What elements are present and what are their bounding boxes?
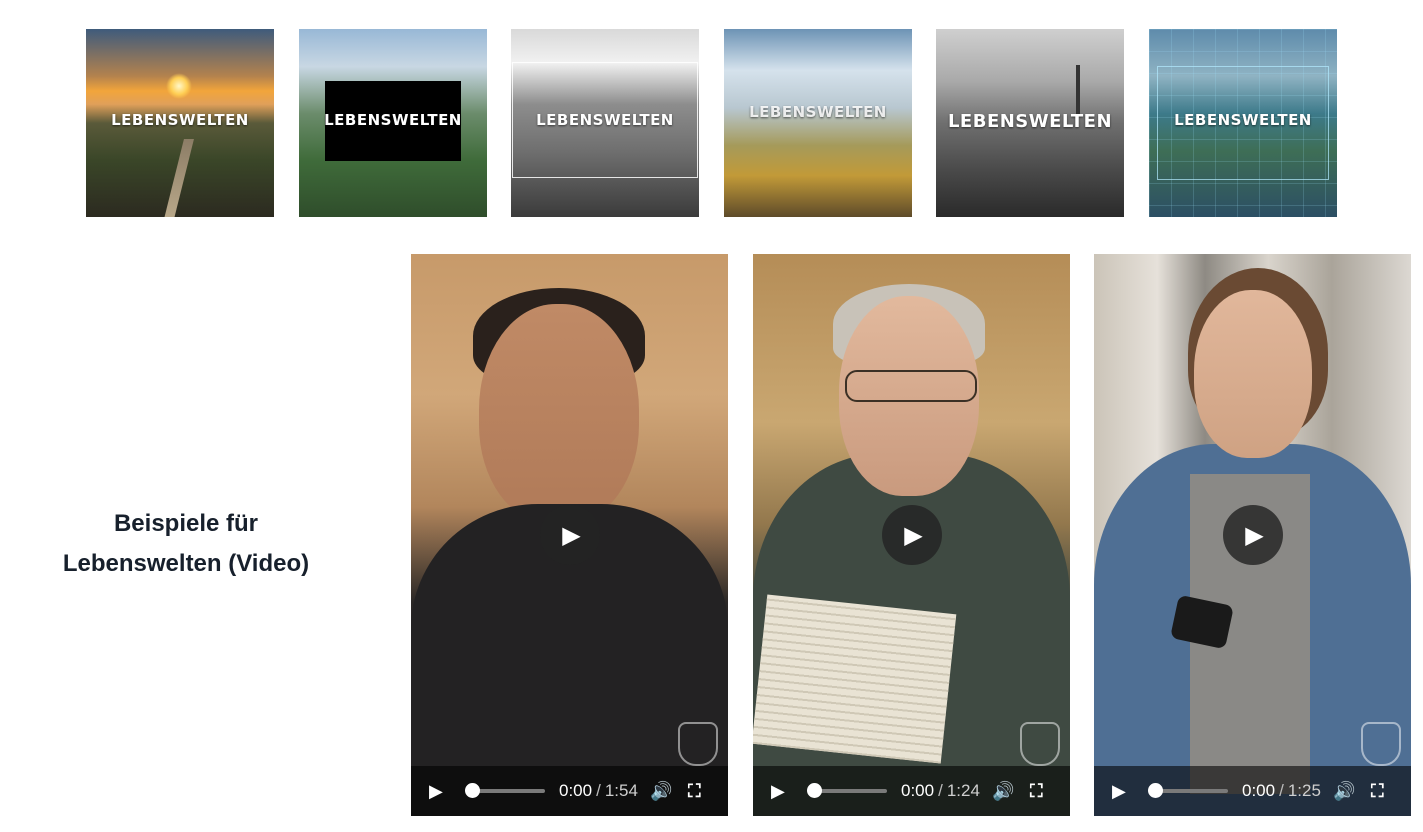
play-icon: ▶	[904, 521, 923, 549]
big-play-button[interactable]: ▶	[539, 505, 600, 565]
thumbnail-field-crowd[interactable]: LEBENSWELTEN	[724, 29, 912, 217]
duration: 1:25	[1287, 781, 1321, 800]
road-graphic	[164, 139, 194, 217]
thumbnail-label: LEBENSWELTEN	[324, 111, 462, 129]
volume-icon[interactable]: 🔊	[650, 781, 672, 802]
time-display: 0:00/1:54	[559, 781, 638, 801]
video-poster-newspaper	[753, 594, 957, 764]
thumbnail-label: LEBENSWELTEN	[1174, 111, 1312, 129]
thumbnail-grayscale-landscape[interactable]: LEBENSWELTEN	[511, 29, 699, 217]
current-time: 0:00	[901, 781, 935, 800]
watermark-shield-icon	[1020, 722, 1060, 766]
tower-graphic	[1076, 65, 1080, 115]
watermark-shield-icon	[678, 722, 718, 766]
thumbnail-digital-city[interactable]: LEBENSWELTEN	[1149, 29, 1337, 217]
video-player-2[interactable]: ▶ ▶ 0:00/1:24 🔊 ⛶	[753, 254, 1070, 816]
time-separator: /	[596, 781, 601, 800]
video-poster-face	[1194, 290, 1312, 458]
time-display: 0:00/1:24	[901, 781, 980, 801]
duration: 1:24	[946, 781, 980, 800]
play-icon: ▶	[562, 521, 581, 549]
volume-icon[interactable]: 🔊	[992, 781, 1014, 802]
big-play-button[interactable]: ▶	[1222, 505, 1283, 565]
thumbnail-city-aerial[interactable]: LEBENSWELTEN	[299, 29, 487, 217]
play-icon[interactable]: ▶	[1112, 781, 1136, 802]
progress-knob[interactable]	[465, 783, 480, 798]
progress-slider[interactable]	[807, 783, 887, 798]
current-time: 0:00	[559, 781, 593, 800]
progress-knob[interactable]	[807, 783, 822, 798]
video-poster-glasses	[845, 370, 977, 402]
video-controls: ▶ 0:00/1:25 🔊 ⛶	[1094, 766, 1411, 816]
play-icon[interactable]: ▶	[429, 781, 453, 802]
thumbnail-label: LEBENSWELTEN	[111, 111, 249, 129]
fullscreen-icon[interactable]: ⛶	[1371, 781, 1391, 802]
time-separator: /	[938, 781, 943, 800]
fullscreen-icon[interactable]: ⛶	[688, 781, 708, 802]
video-player-1[interactable]: ▶ ▶ 0:00/1:54 🔊 ⛶	[411, 254, 728, 816]
time-separator: /	[1279, 781, 1284, 800]
sun-graphic	[166, 73, 192, 99]
thumbnail-label: LEBENSWELTEN	[749, 103, 887, 121]
thumbnail-town-crowd[interactable]: LEBENSWELTEN	[936, 29, 1124, 217]
progress-knob[interactable]	[1148, 783, 1163, 798]
big-play-button[interactable]: ▶	[881, 505, 942, 565]
video-controls: ▶ 0:00/1:24 🔊 ⛶	[753, 766, 1070, 816]
thumbnail-sunset-landscape[interactable]: LEBENSWELTEN	[86, 29, 274, 217]
video-controls: ▶ 0:00/1:54 🔊 ⛶	[411, 766, 728, 816]
thumbnail-label: LEBENSWELTEN	[536, 111, 674, 129]
section-title-line1: Beispiele für	[113, 510, 259, 537]
volume-icon[interactable]: 🔊	[1333, 781, 1355, 802]
time-display: 0:00/1:25	[1242, 781, 1321, 801]
play-icon: ▶	[1245, 521, 1264, 549]
play-icon[interactable]: ▶	[771, 781, 795, 802]
duration: 1:54	[604, 781, 638, 800]
thumbnail-label: LEBENSWELTEN	[947, 111, 1113, 132]
video-player-3[interactable]: ▶ ▶ 0:00/1:25 🔊 ⛶	[1094, 254, 1411, 816]
section-title: Beispiele für Lebenswelten (Video)	[0, 504, 372, 584]
video-poster-face	[479, 304, 639, 524]
watermark-shield-icon	[1361, 722, 1401, 766]
current-time: 0:00	[1242, 781, 1276, 800]
progress-slider[interactable]	[1148, 783, 1228, 798]
fullscreen-icon[interactable]: ⛶	[1030, 781, 1050, 802]
progress-slider[interactable]	[465, 783, 545, 798]
section-title-line2: Lebenswelten (Video)	[62, 550, 310, 577]
